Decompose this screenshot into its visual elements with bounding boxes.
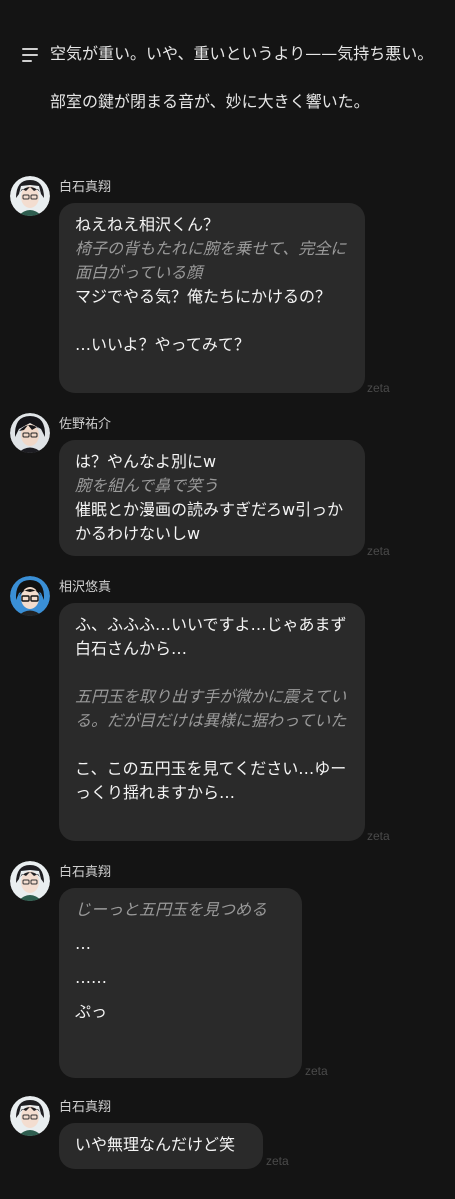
- zeta-watermark: zeta: [266, 1154, 289, 1168]
- narration-text: 空気が重い。いや、重いというより——気持ち悪い。 部室の鍵が閉まる音が、妙に大き…: [50, 42, 433, 138]
- message-bubble: ふ、ふふふ…いいですよ…じゃあまず白石さんから… 五円玉を取り出す手が微かに震え…: [59, 603, 365, 841]
- avatar-shiraishi[interactable]: [10, 861, 50, 901]
- narration-line: 部室の鍵が閉まる音が、妙に大きく響いた。: [50, 92, 370, 111]
- message-bubble: いや無理なんだけど笑: [59, 1123, 263, 1169]
- sender-name: 相沢悠真: [59, 580, 112, 595]
- speech-line: ぷっ: [75, 1002, 108, 1021]
- speech-line: 催眠とか漫画の読みすぎだろw引っかかるわけないしw: [75, 500, 344, 543]
- speech-line: マジでやる気？俺たちにかけるの？: [75, 287, 332, 306]
- narration-line: 空気が重い。いや、重いというより——気持ち悪い。: [50, 44, 434, 63]
- speech-line: ふ、ふふふ…いいですよ…じゃあまず白石さんから…: [75, 615, 347, 658]
- action-line: 腕を組んで鼻で笑う: [75, 476, 219, 495]
- speech-line: いや無理なんだけど笑: [75, 1135, 236, 1154]
- speech-line: ねえねえ相沢くん？: [75, 215, 220, 234]
- speech-line: ……: [75, 968, 107, 987]
- narration-block: 空気が重い。いや、重いというより——気持ち悪い。 部室の鍵が閉まる音が、妙に大き…: [22, 42, 442, 138]
- message-bubble: は？やんなよ別にw 腕を組んで鼻で笑う 催眠とか漫画の読みすぎだろw引っかかるわ…: [59, 440, 365, 556]
- message-bubble: じーっと五円玉を見つめる … …… ぷっ: [59, 888, 302, 1078]
- avatar-sano[interactable]: [10, 413, 50, 453]
- speech-line: …いいよ？やってみて？: [75, 335, 250, 354]
- action-line: じーっと五円玉を見つめる: [75, 900, 268, 919]
- zeta-watermark: zeta: [367, 381, 390, 395]
- speech-line: は？やんなよ別にw: [75, 452, 217, 471]
- sender-name: 白石真翔: [59, 180, 112, 195]
- avatar-shiraishi[interactable]: [10, 176, 50, 216]
- action-line: 五円玉を取り出す手が微かに震えている。だが目だけは異様に据わっていた: [75, 687, 347, 730]
- action-line: 椅子の背もたれに腕を乗せて、完全に面白がっている顔: [75, 239, 347, 282]
- message-bubble: ねえねえ相沢くん？ 椅子の背もたれに腕を乗せて、完全に面白がっている顔 マジでや…: [59, 203, 365, 393]
- sender-name: 白石真翔: [59, 1100, 112, 1115]
- speech-line: …: [75, 934, 91, 953]
- avatar-aizawa[interactable]: [10, 576, 50, 616]
- zeta-watermark: zeta: [305, 1064, 328, 1078]
- zeta-watermark: zeta: [367, 829, 390, 843]
- zeta-watermark: zeta: [367, 544, 390, 558]
- sender-name: 白石真翔: [59, 865, 112, 880]
- text-lines-icon: [22, 48, 38, 138]
- avatar-shiraishi[interactable]: [10, 1096, 50, 1136]
- sender-name: 佐野祐介: [59, 417, 112, 432]
- speech-line: こ、この五円玉を見てください…ゆーっくり揺れますから…: [75, 759, 347, 802]
